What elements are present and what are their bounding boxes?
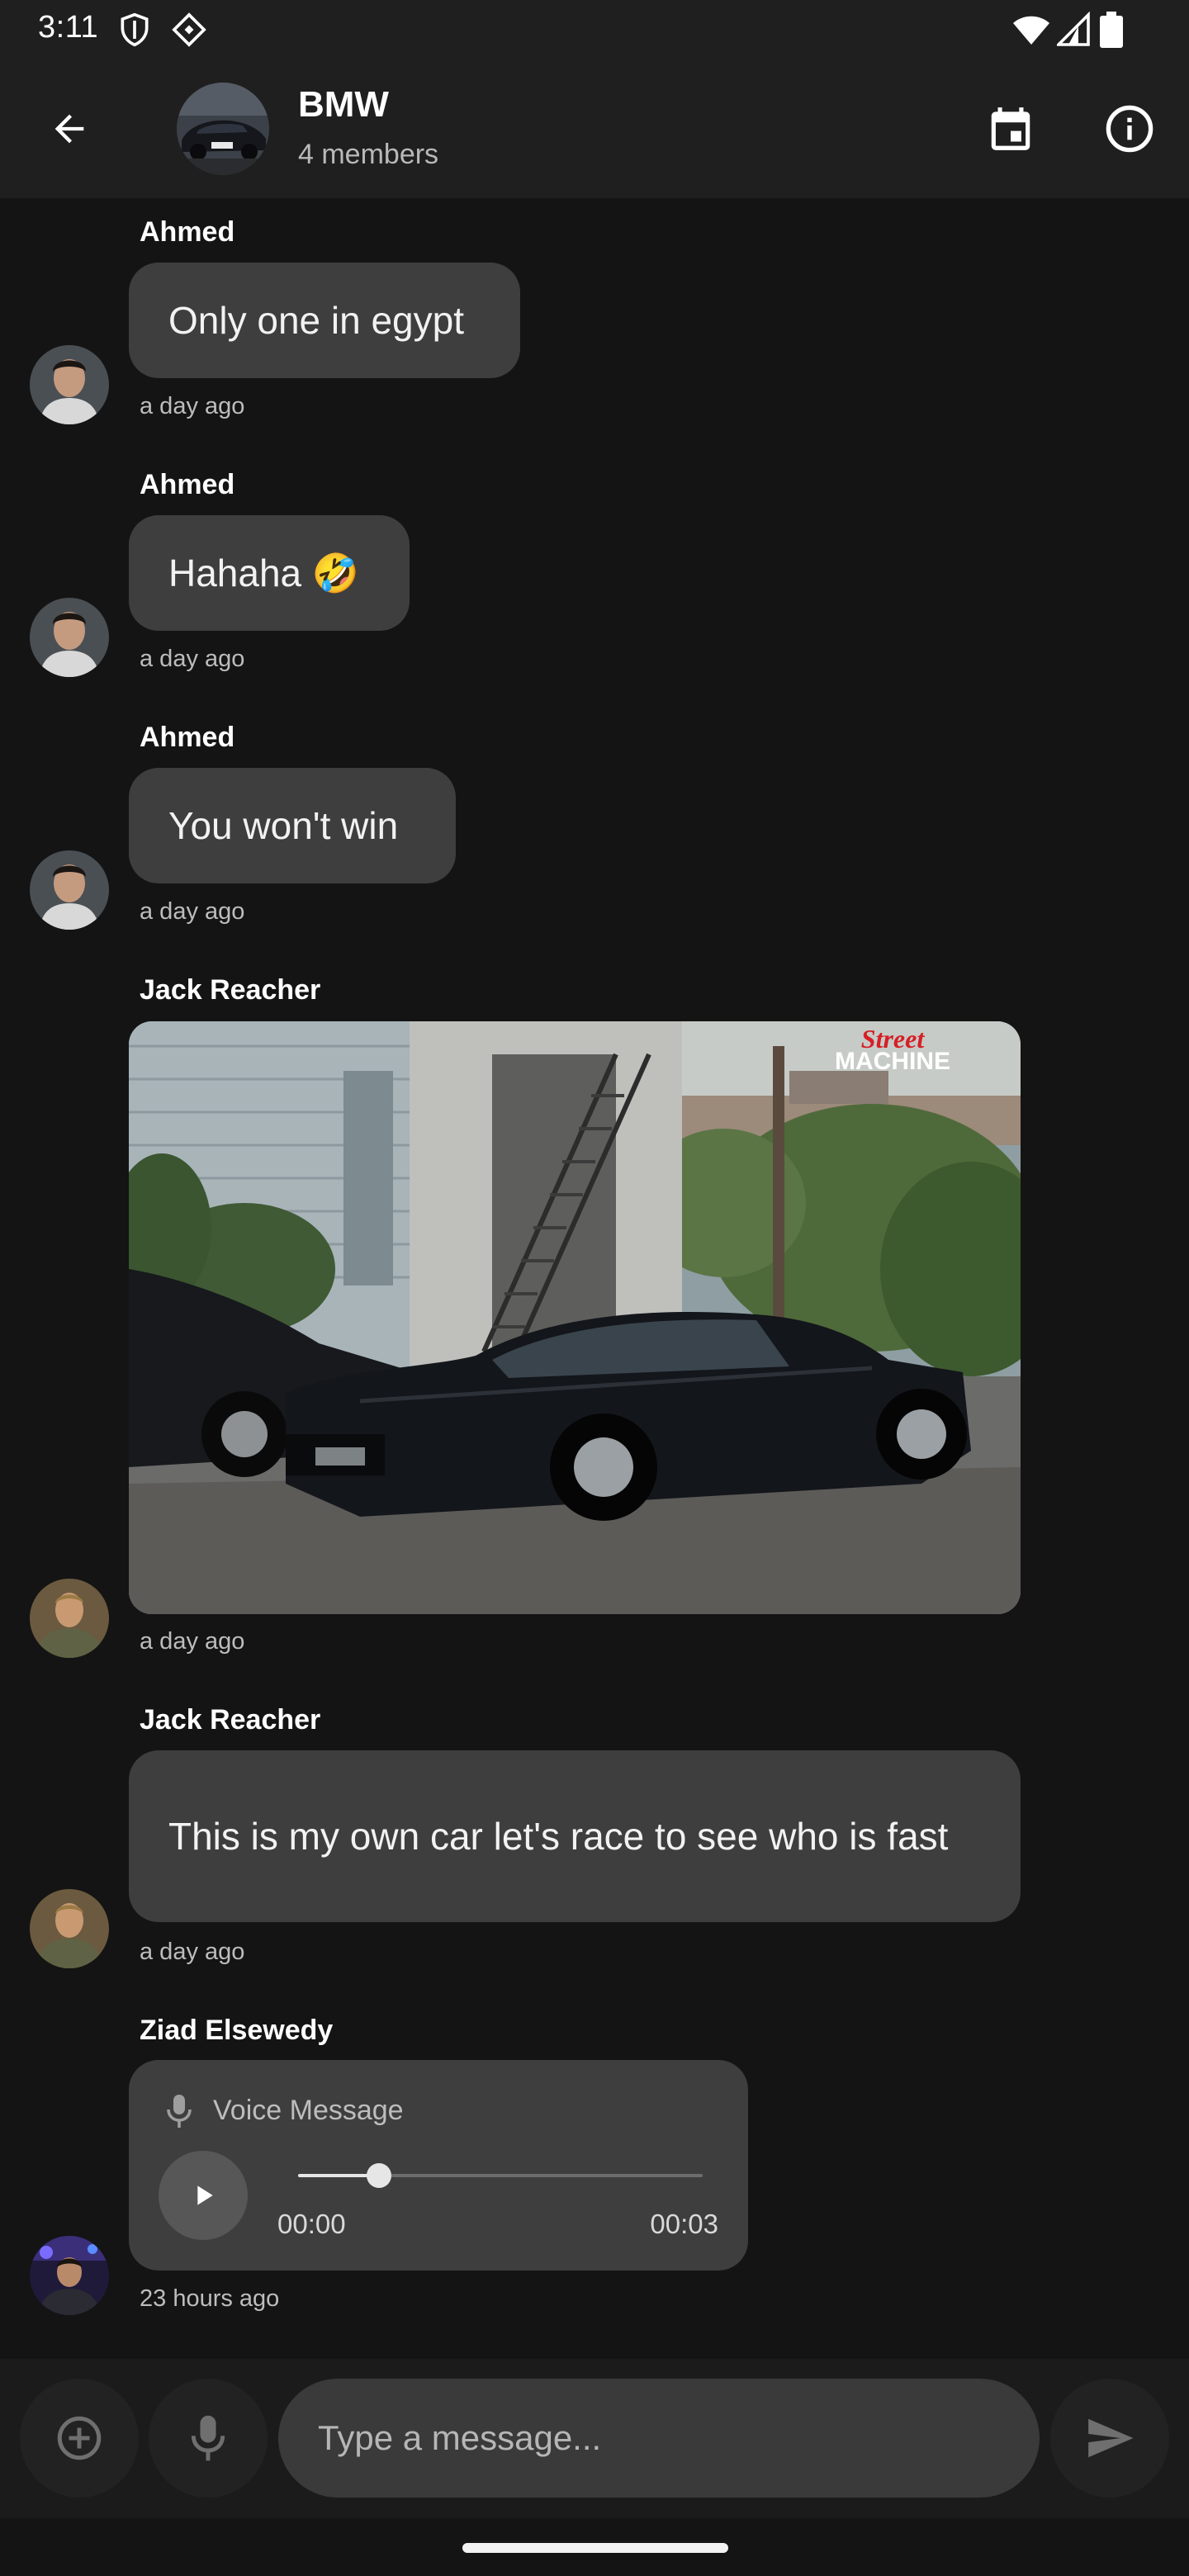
avatar-photo <box>30 598 109 677</box>
message-sender: Ahmed <box>140 216 235 248</box>
message-text: Hahaha 🤣 <box>168 552 360 594</box>
sender-avatar-ahmed[interactable] <box>30 345 109 424</box>
voice-message: Voice Message 00:00 00:03 <box>129 2060 748 2271</box>
play-icon <box>197 2185 213 2205</box>
shield-icon <box>116 12 153 48</box>
message-text: Only one in egypt <box>168 299 465 342</box>
vpn-icon <box>171 12 207 48</box>
avatar-photo <box>30 1889 109 1968</box>
voice-duration: 00:03 <box>650 2209 718 2239</box>
add-circle-icon <box>57 2416 102 2460</box>
message-text: You won't win <box>168 804 399 847</box>
message-timestamp: a day ago <box>140 393 245 419</box>
sender-avatar-ziad[interactable] <box>30 2236 109 2315</box>
message-sender: Ziad Elsewedy <box>140 2015 334 2046</box>
message-bubble[interactable]: Only one in egypt <box>129 263 520 378</box>
play-button[interactable] <box>159 2151 248 2240</box>
message-input[interactable] <box>278 2379 1040 2498</box>
sender-avatar-jack-reacher[interactable] <box>30 1889 109 1968</box>
attach-button[interactable] <box>20 2379 139 2498</box>
record-voice-button[interactable] <box>149 2379 268 2498</box>
message-timestamp: a day ago <box>140 646 245 672</box>
message-timestamp: a day ago <box>140 1939 245 1965</box>
group-avatar[interactable] <box>177 83 269 175</box>
image-message[interactable]: Street MACHINE <box>129 1021 1021 1614</box>
home-indicator[interactable] <box>462 2543 728 2553</box>
voice-seek-thumb[interactable] <box>367 2163 391 2188</box>
car-photo: Street MACHINE <box>129 1021 1021 1614</box>
app-bar: BMW 4 members <box>0 59 1189 198</box>
message-sender: Jack Reacher <box>140 1704 321 1735</box>
avatar-photo <box>30 850 109 930</box>
send-button[interactable] <box>1050 2379 1169 2498</box>
message-text: This is my own car let's race to see who… <box>168 1815 949 1858</box>
message-timestamp: 23 hours ago <box>140 2285 280 2312</box>
sender-avatar-jack-reacher[interactable] <box>30 1579 109 1658</box>
message-bubble[interactable]: This is my own car let's race to see who… <box>129 1750 1021 1922</box>
message-bubble[interactable]: You won't win <box>129 768 456 883</box>
voice-message-label: Voice Message <box>213 2095 404 2126</box>
group-title[interactable]: BMW <box>298 84 389 125</box>
message-sender: Ahmed <box>140 469 235 500</box>
back-button[interactable] <box>33 92 106 165</box>
voice-current-time: 00:00 <box>277 2209 346 2239</box>
microphone-icon <box>165 2093 193 2129</box>
message-timestamp: a day ago <box>140 898 245 925</box>
status-bar: 3:11 <box>0 0 1189 59</box>
message-bubble[interactable]: Hahaha 🤣 <box>129 515 410 631</box>
system-nav-bar <box>0 2518 1189 2576</box>
message-timestamp: a day ago <box>140 1628 245 1655</box>
info-button[interactable] <box>1092 91 1168 167</box>
sender-avatar-ahmed[interactable] <box>30 850 109 930</box>
bmw-car-photo <box>177 83 269 175</box>
avatar-photo <box>30 345 109 424</box>
battery-icon <box>1100 12 1123 48</box>
calendar-icon <box>991 107 1030 150</box>
microphone-icon <box>191 2415 225 2461</box>
wifi-icon <box>1011 12 1051 48</box>
group-members-count: 4 members <box>298 139 439 170</box>
chat-screen: 3:11 BMW 4 members Ahmed Only one in egy… <box>0 0 1189 2576</box>
message-sender: Ahmed <box>140 722 235 753</box>
avatar-photo <box>30 1579 109 1658</box>
back-arrow-icon <box>54 114 84 144</box>
sender-avatar-ahmed[interactable] <box>30 598 109 677</box>
send-icon <box>1088 2418 1134 2458</box>
voice-seek-bar[interactable] <box>298 2163 703 2188</box>
status-time: 3:11 <box>38 10 99 45</box>
signal-icon <box>1054 11 1090 48</box>
message-sender: Jack Reacher <box>140 974 321 1006</box>
info-icon <box>1106 105 1153 153</box>
image-watermark-bottom: MACHINE <box>835 1048 950 1075</box>
calendar-button[interactable] <box>973 91 1049 167</box>
avatar-photo <box>30 2236 109 2315</box>
